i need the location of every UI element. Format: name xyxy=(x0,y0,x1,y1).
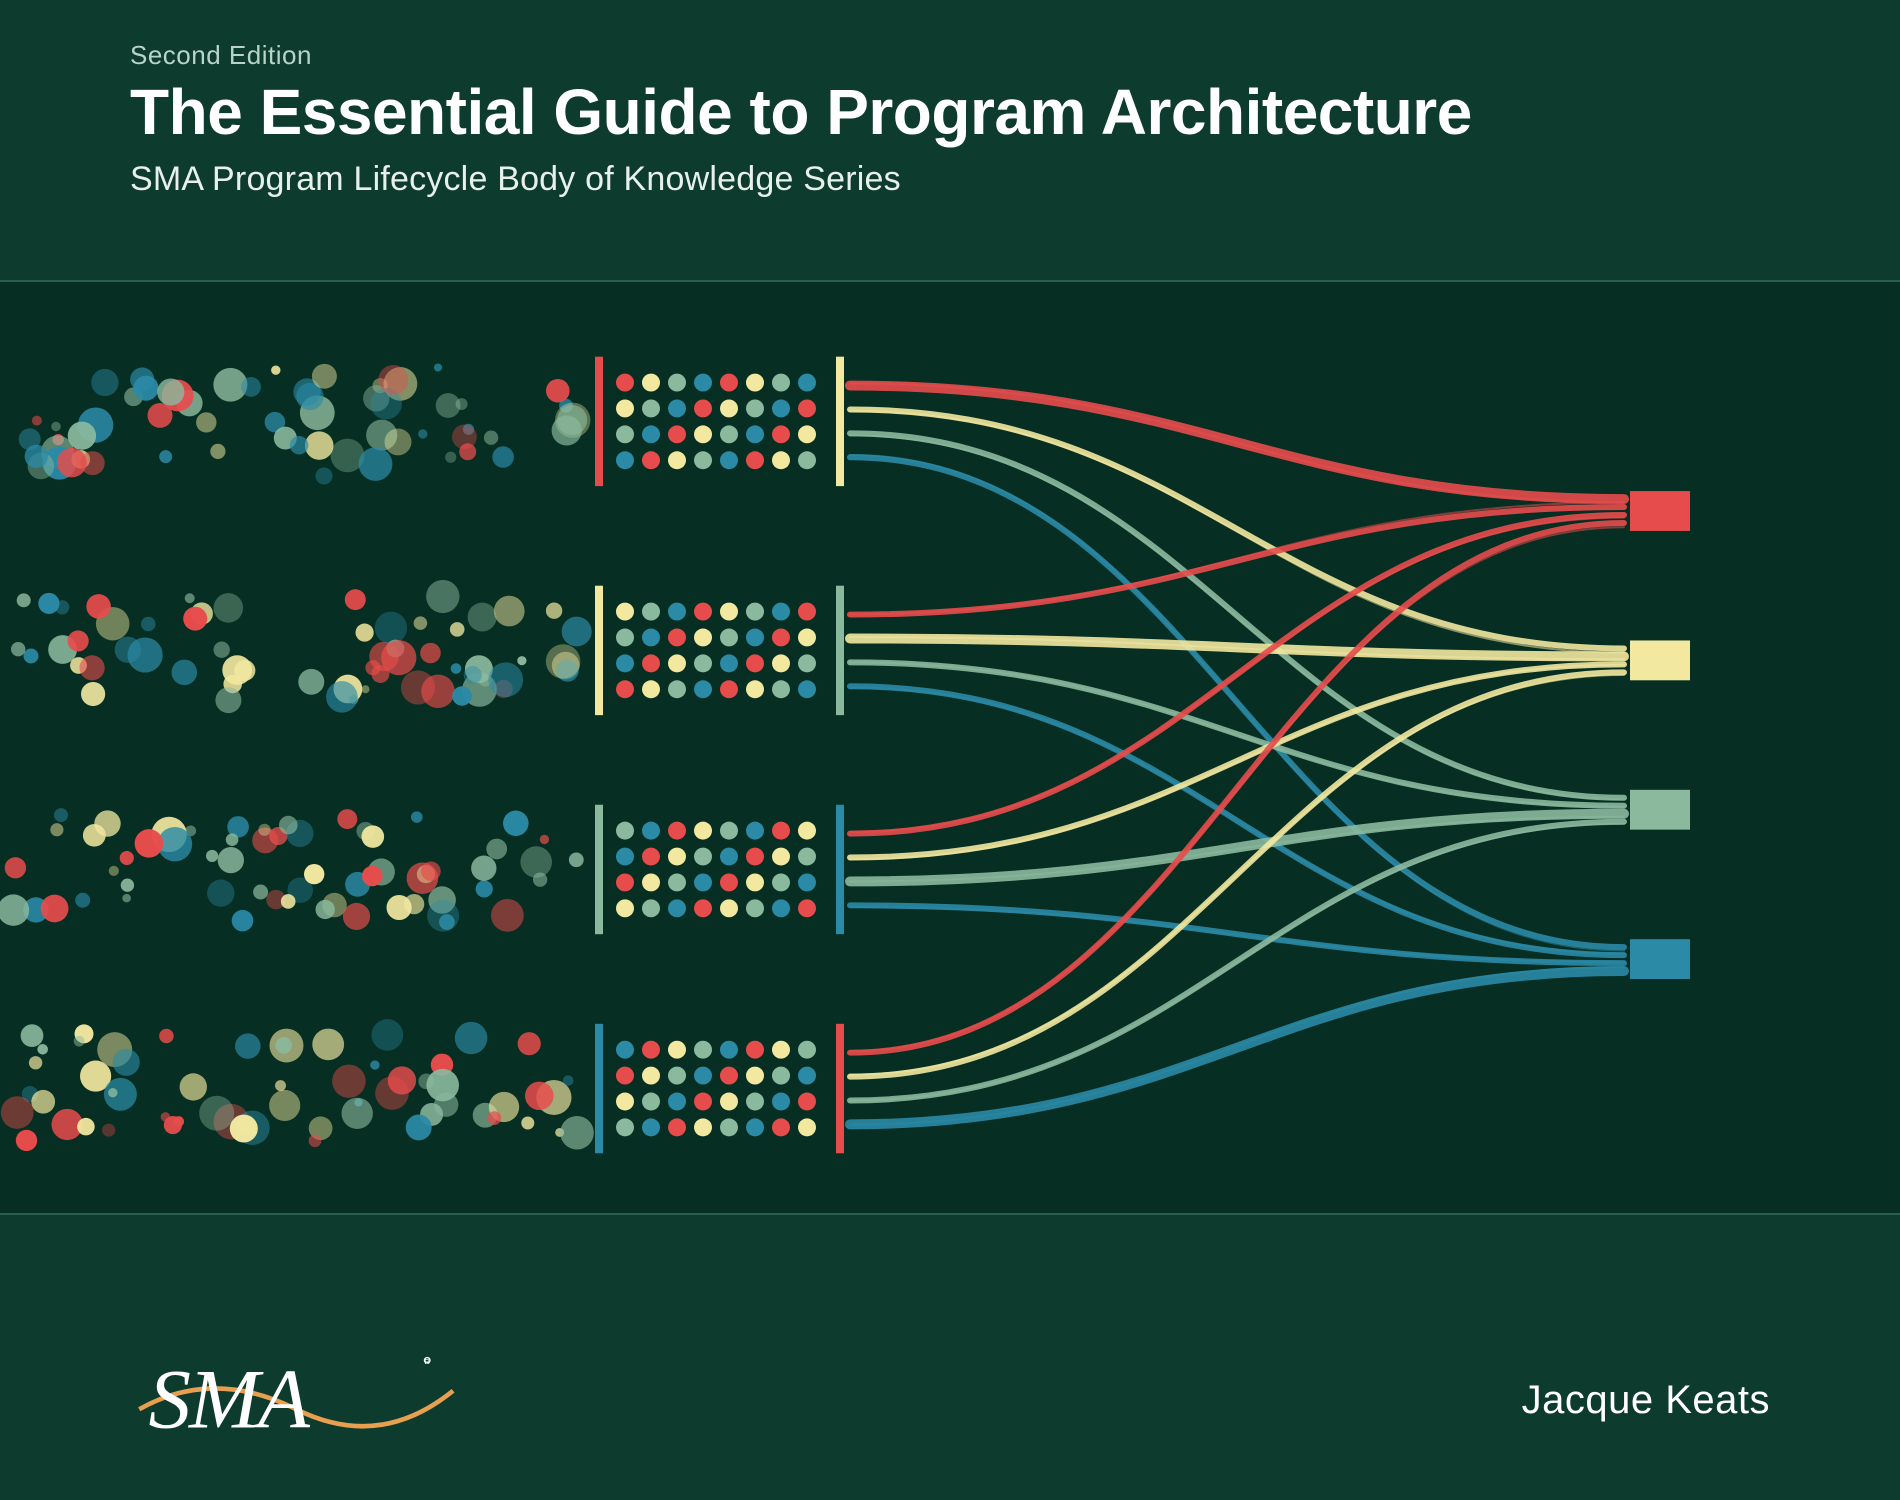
svg-text:R: R xyxy=(424,1357,429,1366)
logo-text: SMA xyxy=(148,1353,310,1447)
edition-label: Second Edition xyxy=(130,40,1840,71)
book-title: The Essential Guide to Program Architect… xyxy=(130,79,1840,146)
series-subtitle: SMA Program Lifecycle Body of Knowledge … xyxy=(130,160,1840,199)
cover-illustration xyxy=(0,280,1900,1215)
sma-logo: SMA R xyxy=(130,1340,462,1460)
author-name: Jacque Keats xyxy=(1522,1378,1770,1423)
